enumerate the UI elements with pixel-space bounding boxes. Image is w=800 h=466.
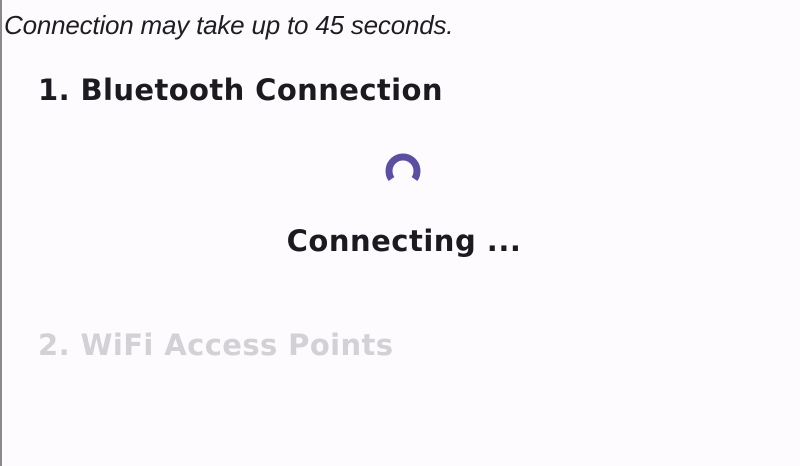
connection-screen: Connection may take up to 45 seconds. 1.… [0,0,800,466]
connection-time-notice: Connection may take up to 45 seconds. [4,10,454,40]
step-wifi-access-points-title: 2. WiFi Access Points [38,328,394,362]
loading-spinner-icon [385,153,421,181]
step-bluetooth-connection-title: 1. Bluetooth Connection [38,73,443,107]
connecting-status-text: Connecting ... [286,224,522,258]
